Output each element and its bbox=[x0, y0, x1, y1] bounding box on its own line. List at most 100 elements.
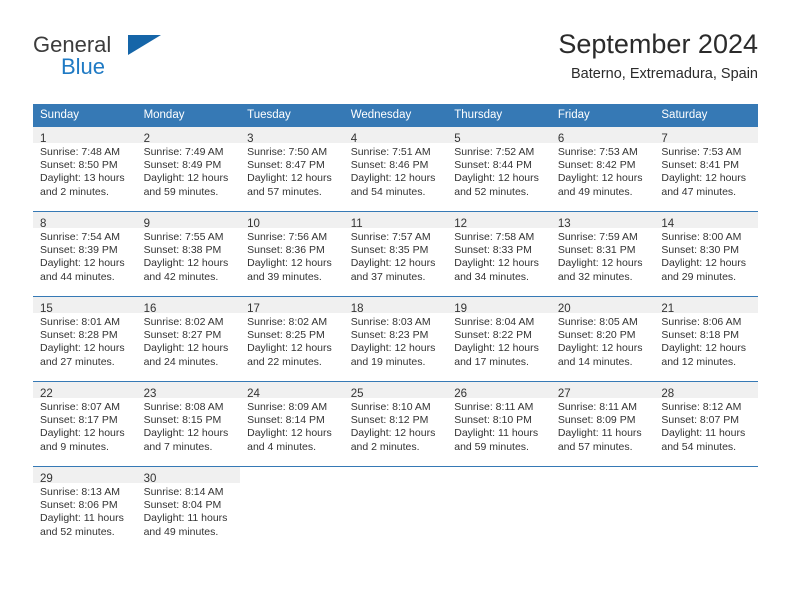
calendar-day-cell[interactable]: 18 Sunrise: 8:03 AM Sunset: 8:23 PM Dayligh… bbox=[343, 296, 448, 381]
calendar-day-cell[interactable]: 16 Sunrise: 8:02 AM Sunset: 8:27 PM Dayligh… bbox=[136, 296, 241, 381]
day-cell-inner[interactable]: 11 Sunrise: 7:57 AM Sunset: 8:35 PM Dayligh… bbox=[343, 211, 448, 296]
page-subtitle: Baterno, Extremadura, Spain bbox=[571, 66, 758, 82]
brand-name-blue: Blue bbox=[61, 54, 106, 79]
calendar-day-cell[interactable]: 10 Sunrise: 7:56 AM Sunset: 8:36 PM Dayligh… bbox=[240, 211, 344, 296]
day-cell-inner[interactable]: 28 Sunrise: 8:12 AM Sunset: 8:07 PM Dayligh… bbox=[654, 381, 758, 466]
day-number-bar: 2 bbox=[136, 127, 241, 145]
empty-cell-inner bbox=[240, 466, 344, 551]
day-cell-inner[interactable]: 13 Sunrise: 7:59 AM Sunset: 8:31 PM Dayligh… bbox=[550, 211, 655, 296]
daylight-text-line1: Daylight: 12 hours bbox=[454, 172, 539, 185]
day-cell-inner[interactable]: 10 Sunrise: 7:56 AM Sunset: 8:36 PM Dayligh… bbox=[240, 211, 344, 296]
calendar-day-cell[interactable]: 5 Sunrise: 7:52 AM Sunset: 8:44 PM Daylight… bbox=[447, 126, 551, 211]
day-cell-inner[interactable]: 19 Sunrise: 8:04 AM Sunset: 8:22 PM Dayligh… bbox=[447, 296, 551, 381]
calendar-day-cell[interactable]: 15 Sunrise: 8:01 AM Sunset: 8:28 PM Dayligh… bbox=[33, 296, 137, 381]
day-number-bar: 8 bbox=[33, 212, 137, 230]
day-cell-inner[interactable]: 2 Sunrise: 7:49 AM Sunset: 8:49 PM Daylight… bbox=[136, 126, 241, 211]
calendar-day-cell[interactable]: 12 Sunrise: 7:58 AM Sunset: 8:33 PM Dayligh… bbox=[447, 211, 551, 296]
daylight-text-line1: Daylight: 12 hours bbox=[247, 172, 332, 185]
calendar-day-cell[interactable]: 6 Sunrise: 7:53 AM Sunset: 8:42 PM Daylight… bbox=[550, 126, 655, 211]
day-cell-inner[interactable]: 1 Sunrise: 7:48 AM Sunset: 8:50 PM Daylight… bbox=[33, 126, 137, 211]
calendar-page: General Blue September 2024 Baterno, Ext… bbox=[0, 0, 792, 612]
sunrise-text: Sunrise: 7:54 AM bbox=[40, 231, 120, 243]
day-cell-inner[interactable]: 21 Sunrise: 8:06 AM Sunset: 8:18 PM Dayligh… bbox=[654, 296, 758, 381]
day-cell-inner[interactable]: 29 Sunrise: 8:13 AM Sunset: 8:06 PM Dayligh… bbox=[33, 466, 137, 551]
day-cell-inner[interactable]: 8 Sunrise: 7:54 AM Sunset: 8:39 PM Daylight… bbox=[33, 211, 137, 296]
day-number: 6 bbox=[557, 133, 565, 145]
daylight-text-line2: and 57 minutes. bbox=[557, 440, 633, 453]
day-cell-inner[interactable]: 27 Sunrise: 8:11 AM Sunset: 8:09 PM Dayligh… bbox=[550, 381, 655, 466]
calendar-day-cell[interactable]: 1 Sunrise: 7:48 AM Sunset: 8:50 PM Daylight… bbox=[33, 126, 137, 211]
day-cell-inner[interactable]: 23 Sunrise: 8:08 AM Sunset: 8:15 PM Dayligh… bbox=[136, 381, 241, 466]
calendar-day-cell[interactable]: 29 Sunrise: 8:13 AM Sunset: 8:06 PM Dayligh… bbox=[33, 466, 137, 551]
day-number: 25 bbox=[350, 388, 364, 400]
calendar-day-cell[interactable]: 28 Sunrise: 8:12 AM Sunset: 8:07 PM Dayligh… bbox=[654, 381, 758, 466]
day-cell-inner[interactable]: 17 Sunrise: 8:02 AM Sunset: 8:25 PM Dayligh… bbox=[240, 296, 344, 381]
calendar-day-cell[interactable]: 20 Sunrise: 8:05 AM Sunset: 8:20 PM Dayligh… bbox=[550, 296, 655, 381]
calendar-day-cell[interactable]: 2 Sunrise: 7:49 AM Sunset: 8:49 PM Daylight… bbox=[136, 126, 241, 211]
day-cell-body: Sunrise: 8:08 AM Sunset: 8:15 PM Daylight:… bbox=[137, 398, 241, 454]
calendar-day-cell[interactable]: 13 Sunrise: 7:59 AM Sunset: 8:31 PM Dayligh… bbox=[550, 211, 655, 296]
calendar-day-cell[interactable]: 24 Sunrise: 8:09 AM Sunset: 8:14 PM Dayligh… bbox=[240, 381, 344, 466]
title-block: September 2024 Baterno, Extremadura, Spa… bbox=[558, 28, 758, 85]
day-cell-body: Sunrise: 8:07 AM Sunset: 8:17 PM Daylight:… bbox=[33, 398, 137, 454]
day-number: 20 bbox=[557, 303, 571, 315]
day-cell-body: Sunrise: 7:52 AM Sunset: 8:44 PM Daylight:… bbox=[447, 143, 551, 199]
sunrise-text: Sunrise: 8:01 AM bbox=[40, 316, 120, 328]
calendar-day-cell[interactable]: 30 Sunrise: 8:14 AM Sunset: 8:04 PM Dayligh… bbox=[136, 466, 241, 551]
calendar-day-cell[interactable]: 17 Sunrise: 8:02 AM Sunset: 8:25 PM Dayligh… bbox=[240, 296, 344, 381]
calendar-day-cell[interactable]: 22 Sunrise: 8:07 AM Sunset: 8:17 PM Dayligh… bbox=[33, 381, 137, 466]
day-cell-body: Sunrise: 8:02 AM Sunset: 8:27 PM Daylight:… bbox=[137, 313, 241, 369]
day-cell-inner[interactable]: 7 Sunrise: 7:53 AM Sunset: 8:41 PM Daylight… bbox=[654, 126, 758, 211]
calendar-day-cell[interactable]: 4 Sunrise: 7:51 AM Sunset: 8:46 PM Daylight… bbox=[343, 126, 448, 211]
day-cell-body: Sunrise: 8:04 AM Sunset: 8:22 PM Daylight:… bbox=[447, 313, 551, 369]
calendar-day-cell[interactable]: 3 Sunrise: 7:50 AM Sunset: 8:47 PM Daylight… bbox=[240, 126, 344, 211]
calendar-day-cell[interactable]: 21 Sunrise: 8:06 AM Sunset: 8:18 PM Dayligh… bbox=[654, 296, 758, 381]
sunrise-text: Sunrise: 7:58 AM bbox=[454, 231, 535, 243]
calendar-day-cell[interactable]: 8 Sunrise: 7:54 AM Sunset: 8:39 PM Daylight… bbox=[33, 211, 137, 296]
day-cell-inner[interactable]: 26 Sunrise: 8:11 AM Sunset: 8:10 PM Dayligh… bbox=[447, 381, 551, 466]
calendar-week-row: 29 Sunrise: 8:13 AM Sunset: 8:06 PM Dayligh… bbox=[33, 466, 758, 551]
calendar-day-cell[interactable]: 27 Sunrise: 8:11 AM Sunset: 8:09 PM Dayligh… bbox=[550, 381, 655, 466]
sunset-text: Sunset: 8:41 PM bbox=[661, 159, 740, 172]
day-cell-body: Sunrise: 7:54 AM Sunset: 8:39 PM Daylight:… bbox=[33, 228, 137, 284]
day-cell-inner[interactable]: 20 Sunrise: 8:05 AM Sunset: 8:20 PM Dayligh… bbox=[550, 296, 655, 381]
calendar-day-cell[interactable]: 23 Sunrise: 8:08 AM Sunset: 8:15 PM Dayligh… bbox=[136, 381, 241, 466]
sunset-text: Sunset: 8:27 PM bbox=[143, 329, 222, 342]
calendar-day-cell[interactable]: 14 Sunrise: 8:00 AM Sunset: 8:30 PM Dayligh… bbox=[654, 211, 758, 296]
calendar-table: Sunday Monday Tuesday Wednesday Thursday… bbox=[33, 104, 758, 551]
day-cell-inner[interactable]: 16 Sunrise: 8:02 AM Sunset: 8:27 PM Dayligh… bbox=[136, 296, 241, 381]
calendar-day-cell[interactable]: 11 Sunrise: 7:57 AM Sunset: 8:35 PM Dayligh… bbox=[343, 211, 448, 296]
day-cell-inner[interactable]: 18 Sunrise: 8:03 AM Sunset: 8:23 PM Dayligh… bbox=[343, 296, 448, 381]
day-cell-inner[interactable]: 22 Sunrise: 8:07 AM Sunset: 8:17 PM Dayligh… bbox=[33, 381, 137, 466]
day-cell-inner[interactable]: 14 Sunrise: 8:00 AM Sunset: 8:30 PM Dayligh… bbox=[654, 211, 758, 296]
day-cell-body: Sunrise: 7:48 AM Sunset: 8:50 PM Daylight:… bbox=[33, 143, 137, 199]
weekday-header-saturday: Saturday bbox=[654, 104, 758, 126]
daylight-text-line1: Daylight: 12 hours bbox=[661, 172, 747, 185]
day-number: 14 bbox=[661, 218, 675, 230]
day-cell-body: Sunrise: 7:49 AM Sunset: 8:49 PM Daylight:… bbox=[137, 143, 241, 199]
day-cell-inner[interactable]: 5 Sunrise: 7:52 AM Sunset: 8:44 PM Daylight… bbox=[447, 126, 551, 211]
calendar-day-cell[interactable]: 9 Sunrise: 7:55 AM Sunset: 8:38 PM Daylight… bbox=[136, 211, 241, 296]
day-cell-inner[interactable]: 24 Sunrise: 8:09 AM Sunset: 8:14 PM Dayligh… bbox=[240, 381, 344, 466]
sunset-text: Sunset: 8:04 PM bbox=[143, 499, 222, 512]
brand-logo[interactable]: General Blue bbox=[33, 32, 233, 88]
daylight-text-line2: and 27 minutes. bbox=[40, 355, 115, 368]
day-cell-inner[interactable]: 25 Sunrise: 8:10 AM Sunset: 8:12 PM Dayligh… bbox=[343, 381, 448, 466]
day-cell-inner[interactable]: 6 Sunrise: 7:53 AM Sunset: 8:42 PM Daylight… bbox=[550, 126, 655, 211]
calendar-day-cell[interactable]: 25 Sunrise: 8:10 AM Sunset: 8:12 PM Dayligh… bbox=[343, 381, 448, 466]
day-cell-inner[interactable]: 12 Sunrise: 7:58 AM Sunset: 8:33 PM Dayligh… bbox=[447, 211, 551, 296]
sunrise-text: Sunrise: 7:49 AM bbox=[143, 146, 224, 158]
day-number: 4 bbox=[350, 133, 358, 145]
sunrise-text: Sunrise: 8:11 AM bbox=[454, 401, 534, 413]
calendar-day-cell[interactable]: 19 Sunrise: 8:04 AM Sunset: 8:22 PM Dayligh… bbox=[447, 296, 551, 381]
day-number: 15 bbox=[40, 303, 53, 315]
day-cell-inner[interactable]: 4 Sunrise: 7:51 AM Sunset: 8:46 PM Daylight… bbox=[343, 126, 448, 211]
day-cell-inner[interactable]: 30 Sunrise: 8:14 AM Sunset: 8:04 PM Dayligh… bbox=[136, 466, 241, 551]
day-cell-inner[interactable]: 3 Sunrise: 7:50 AM Sunset: 8:47 PM Daylight… bbox=[240, 126, 344, 211]
day-cell-inner[interactable]: 9 Sunrise: 7:55 AM Sunset: 8:38 PM Daylight… bbox=[136, 211, 241, 296]
day-number: 28 bbox=[661, 388, 675, 400]
calendar-day-cell[interactable]: 7 Sunrise: 7:53 AM Sunset: 8:41 PM Daylight… bbox=[654, 126, 758, 211]
day-cell-inner[interactable]: 15 Sunrise: 8:01 AM Sunset: 8:28 PM Dayligh… bbox=[33, 296, 137, 381]
sunset-text: Sunset: 8:10 PM bbox=[454, 414, 532, 427]
calendar-day-cell[interactable]: 26 Sunrise: 8:11 AM Sunset: 8:10 PM Dayligh… bbox=[447, 381, 551, 466]
